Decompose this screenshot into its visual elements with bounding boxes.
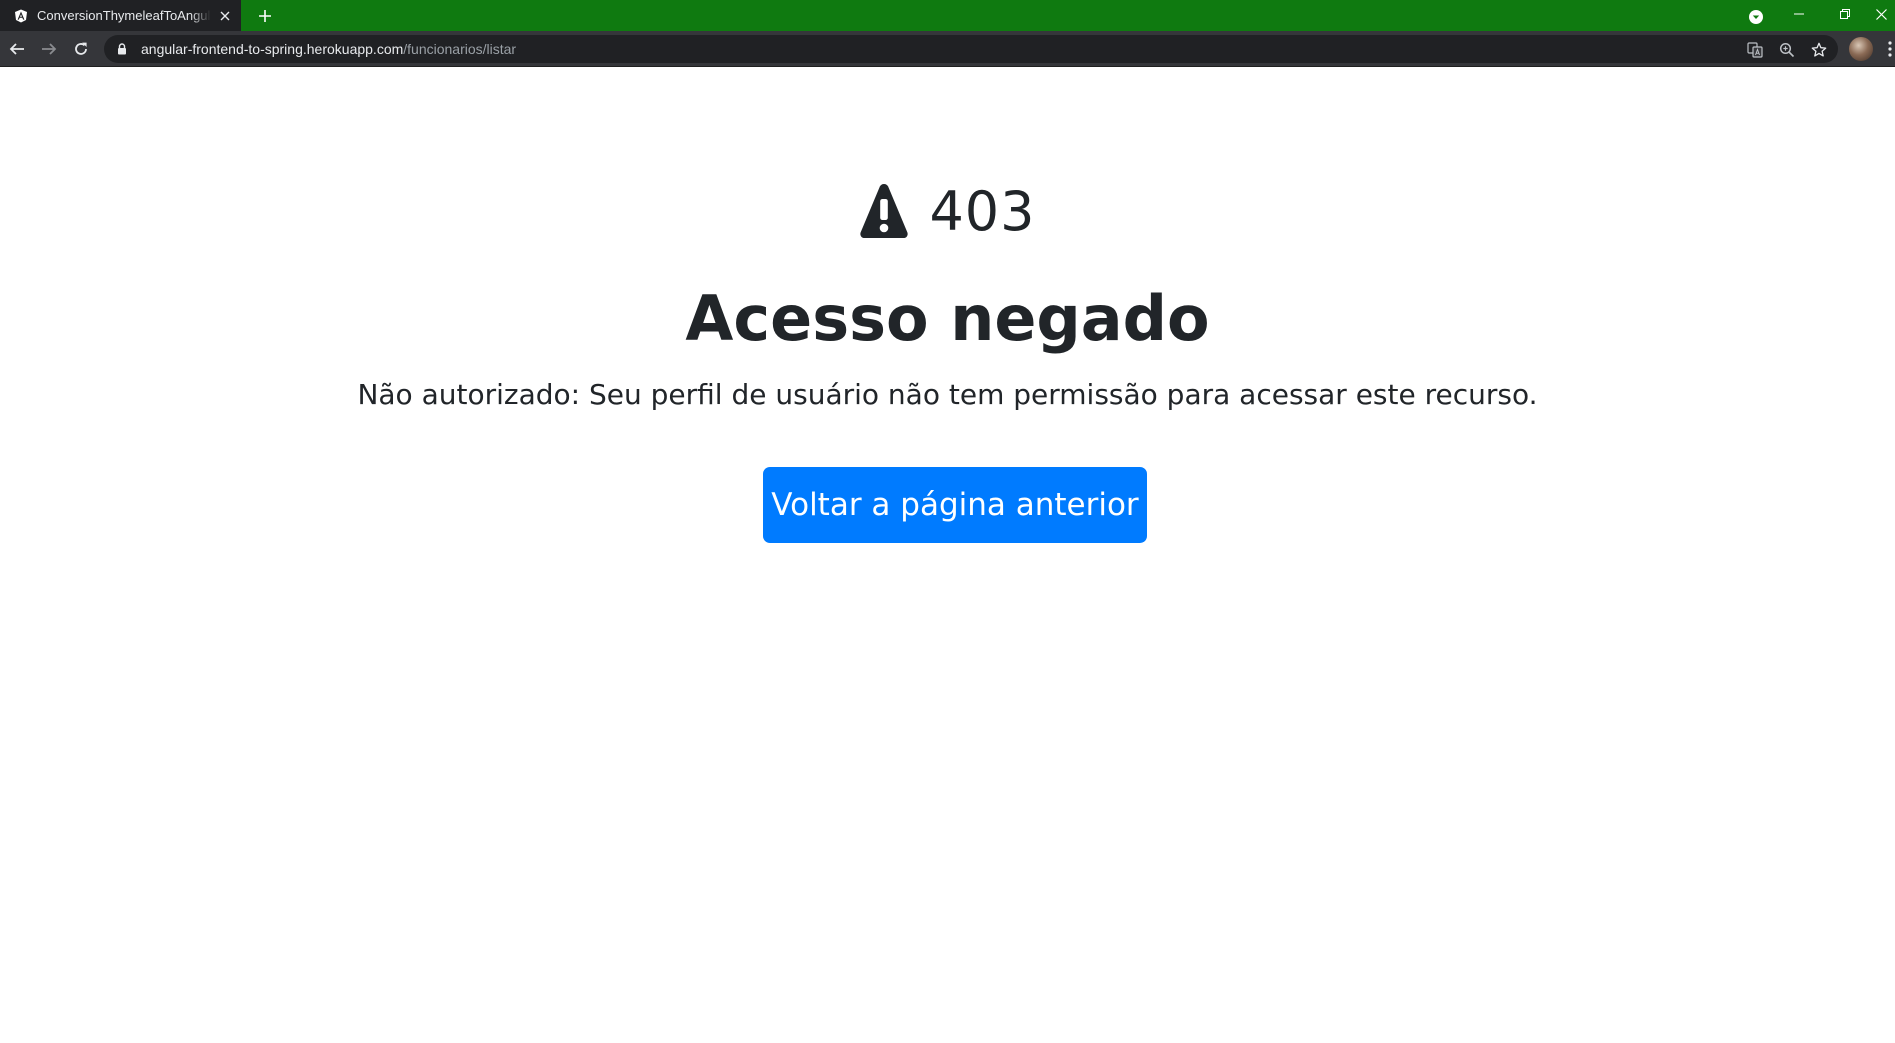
window-close-button[interactable] xyxy=(1868,0,1895,28)
lock-icon[interactable] xyxy=(115,42,129,56)
error-code-row: 403 xyxy=(0,176,1895,246)
address-bar[interactable]: angular-frontend-to-spring.herokuapp.com… xyxy=(104,35,1838,63)
browser-tab[interactable]: ConversionThymeleafToAngularFrontend xyxy=(0,0,241,31)
new-tab-button[interactable] xyxy=(253,4,277,28)
url-text[interactable]: angular-frontend-to-spring.herokuapp.com… xyxy=(141,41,516,57)
back-button[interactable] xyxy=(4,36,30,62)
reload-icon xyxy=(75,42,87,55)
plus-icon xyxy=(259,10,271,22)
restore-icon xyxy=(1840,9,1850,19)
translate-icon[interactable] xyxy=(1744,39,1766,61)
page-content: 403 Acesso negado Não autorizado: Seu pe… xyxy=(0,68,1895,1043)
error-message: Não autorizado: Seu perfil de usuário nã… xyxy=(357,378,1538,411)
back-to-previous-page-button[interactable]: Voltar a página anterior xyxy=(763,467,1147,543)
tab-title: ConversionThymeleafToAngularFrontend xyxy=(37,8,211,23)
arrow-right-icon xyxy=(42,43,57,55)
close-icon xyxy=(1876,8,1887,20)
status-code: 403 xyxy=(929,179,1036,243)
url-path: /funcionarios/listar xyxy=(403,41,517,57)
star-icon[interactable] xyxy=(1808,39,1830,61)
minimize-icon xyxy=(1794,13,1804,15)
menu-icon[interactable] xyxy=(1884,39,1895,59)
restore-button[interactable] xyxy=(1822,0,1868,28)
zoom-icon[interactable] xyxy=(1776,39,1798,61)
angular-icon xyxy=(14,8,28,24)
browser-toolbar: angular-frontend-to-spring.herokuapp.com… xyxy=(0,31,1895,67)
tab-strip: ConversionThymeleafToAngularFrontend xyxy=(0,0,1895,31)
profile-avatar[interactable] xyxy=(1849,37,1873,61)
minimize-button[interactable] xyxy=(1776,0,1822,28)
arrow-left-icon xyxy=(9,43,24,55)
url-host: angular-frontend-to-spring.herokuapp.com xyxy=(141,41,404,57)
chevron-down-icon xyxy=(1749,10,1763,24)
reload-button[interactable] xyxy=(68,36,94,62)
page-title: Acesso negado xyxy=(685,282,1210,355)
forward-button[interactable] xyxy=(36,36,62,62)
tab-search-button[interactable] xyxy=(1744,5,1768,29)
warning-triangle-icon xyxy=(859,180,909,242)
close-icon[interactable] xyxy=(219,7,231,25)
